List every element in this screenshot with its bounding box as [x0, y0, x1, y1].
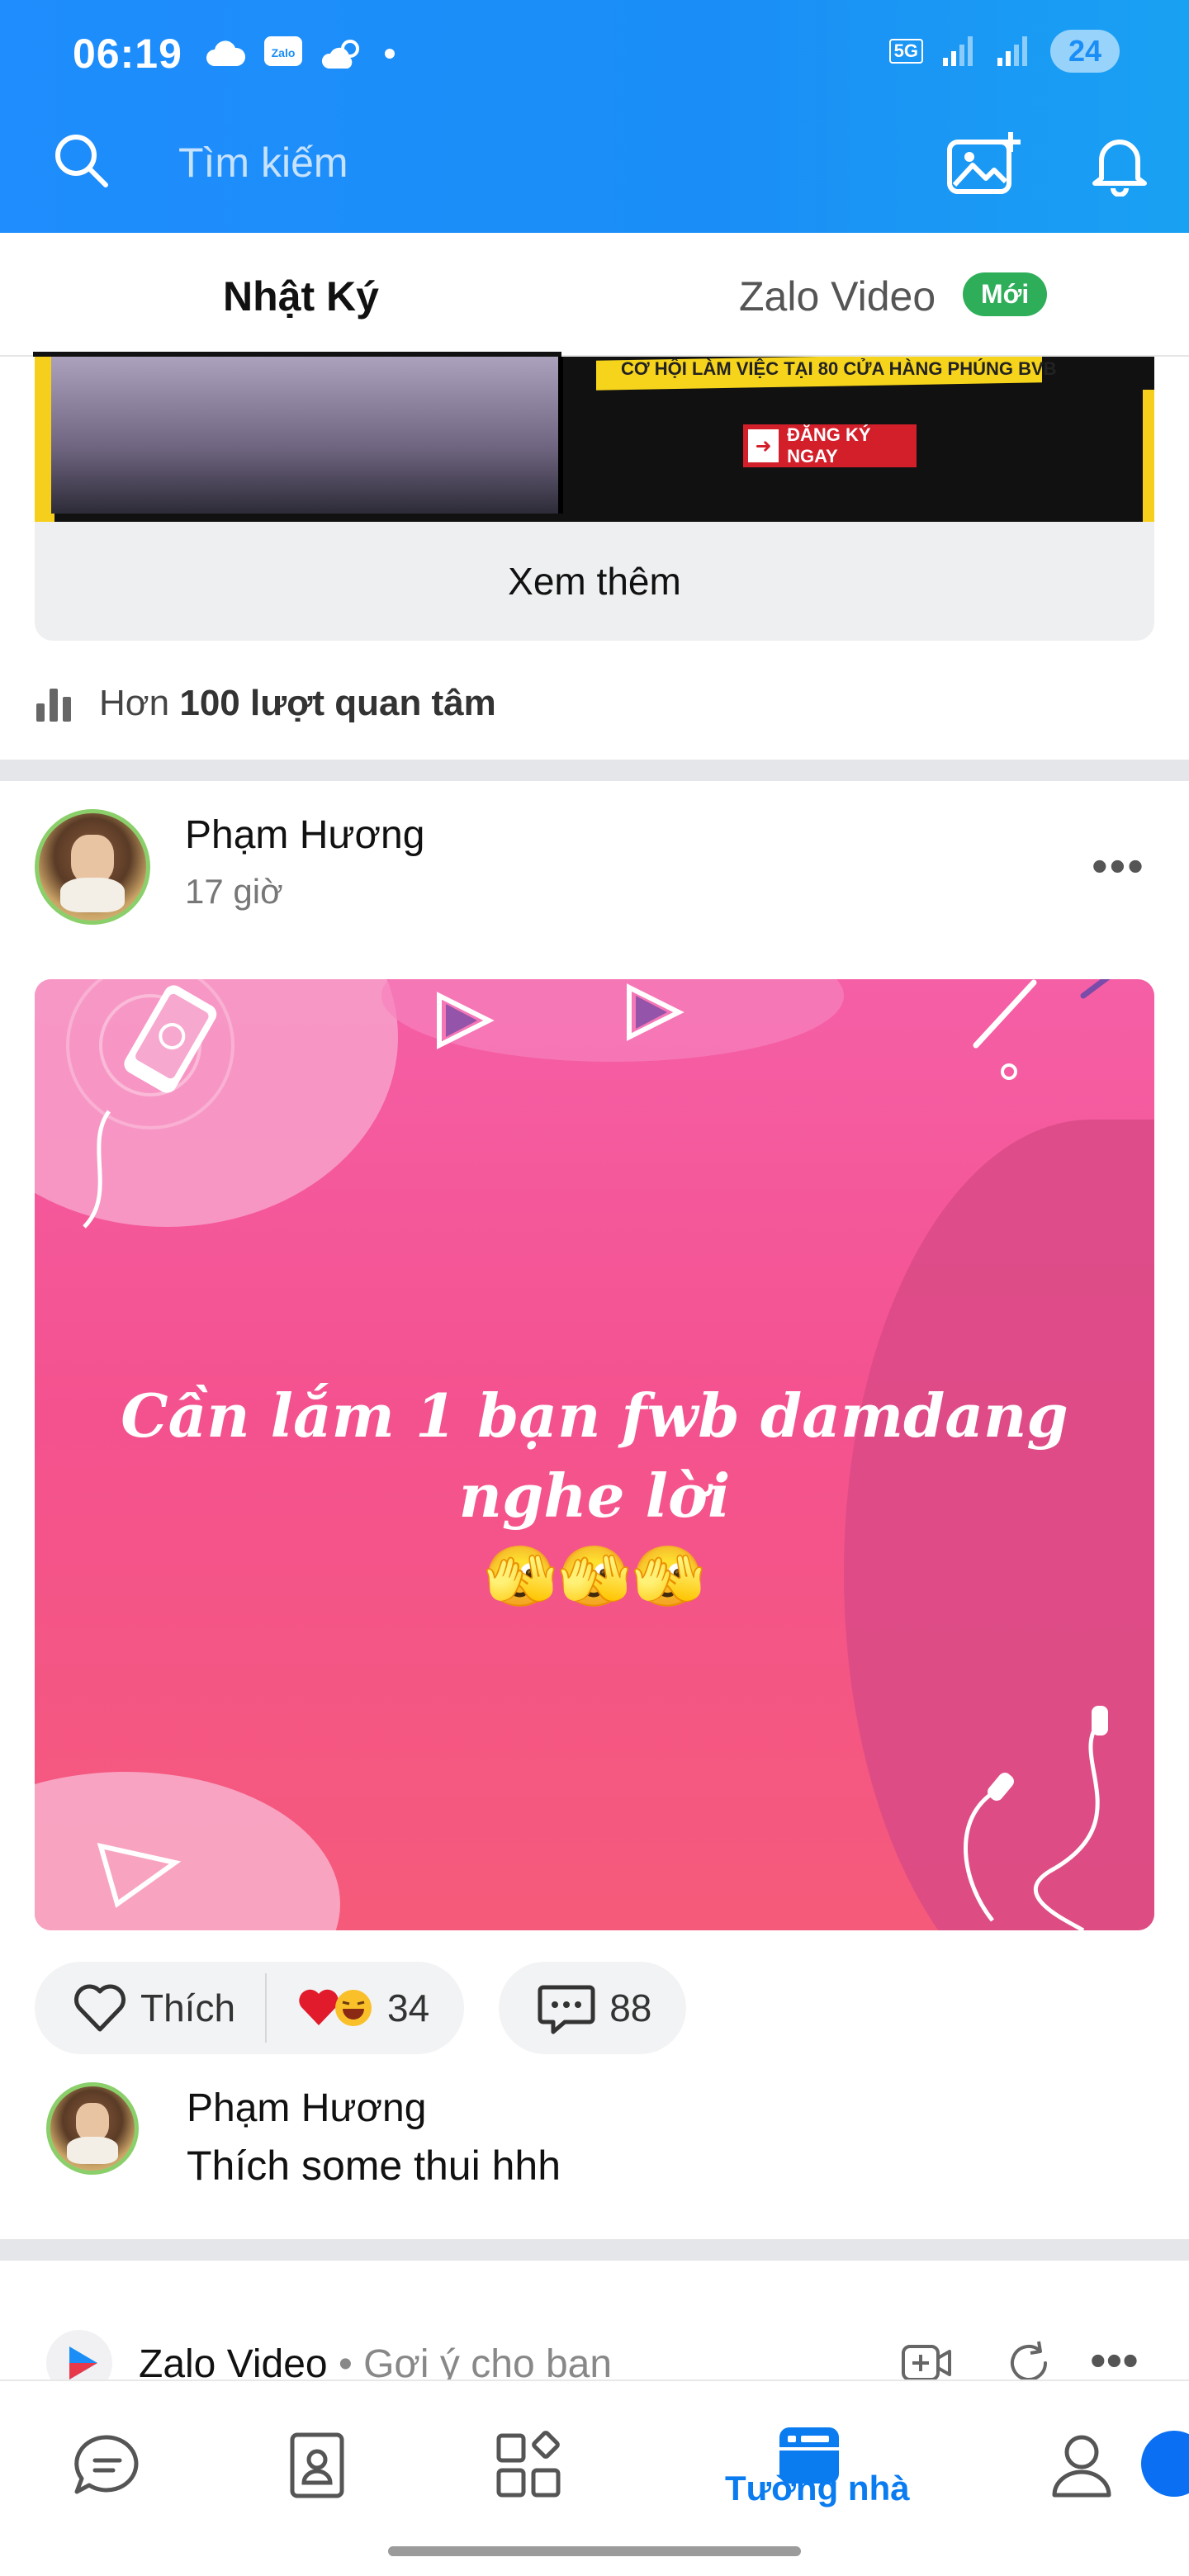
network-type: 5G [888, 39, 923, 64]
play-triangle-decor [437, 992, 495, 1049]
post-image-emojis: 🫣🫣🫣 [483, 1541, 706, 1612]
phone-music-decor [66, 979, 234, 1229]
floating-chat-icon[interactable] [1141, 2431, 1189, 2497]
zalo-video-logo-icon [46, 2330, 112, 2379]
signal-icon [997, 36, 1027, 66]
zalo-video-section-header: Zalo Video • Gợi ý cho bạn ••• [0, 2322, 1189, 2379]
play-triangle-decor [97, 1842, 182, 1908]
interest-stats: Hơn 100 lượt quan tâm [35, 670, 496, 736]
post-image-text: Cần lắm 1 bạn fwb damdang nghe lời 🫣🫣🫣 [35, 1376, 1154, 1617]
nav-discover[interactable] [487, 2424, 570, 2507]
tab-nhat-ky[interactable]: Nhật Ký [223, 272, 379, 320]
interest-text: Hơn 100 lượt quan tâm [99, 683, 496, 724]
post-image-caption: Cần lắm 1 bạn fwb damdang nghe lời [121, 1380, 1068, 1532]
add-video-icon[interactable] [900, 2338, 953, 2379]
reaction-count: 34 [387, 1986, 430, 2029]
home-indicator [388, 2546, 801, 2556]
avatar-face [75, 2103, 110, 2142]
search-icon[interactable] [51, 130, 111, 190]
cloud-icon [206, 40, 246, 66]
dot-icon [385, 49, 395, 59]
battery-level: 24 [1050, 30, 1120, 73]
avatar[interactable] [35, 809, 150, 925]
comment-text: Thích some thui hhh [187, 2143, 561, 2189]
zalo-notification-icon: Zalo [264, 36, 302, 66]
zalo-video-subtitle: • Gợi ý cho bạn [338, 2342, 613, 2379]
contacts-icon [290, 2432, 344, 2498]
comment-count: 88 [609, 1986, 652, 2029]
new-badge: Mới [963, 272, 1048, 316]
post-header: Phạm Hương 17 giờ ••• [35, 809, 1154, 933]
status-time: 06:19 [73, 31, 182, 77]
section-divider [0, 2239, 1189, 2261]
more-options-icon[interactable]: ••• [1090, 2333, 1139, 2379]
ad-card[interactable]: CƠ HỘI LÀM VIỆC TẠI 80 CỬA HÀNG PHÚNG BV… [35, 357, 1154, 641]
nav-profile[interactable] [1040, 2424, 1123, 2507]
heart-outline-icon[interactable] [73, 1983, 127, 2033]
ad-decor [1143, 390, 1154, 522]
zalo-video-name: Zalo Video [139, 2342, 328, 2379]
nav-timeline-label[interactable]: Tường nhà [725, 2469, 910, 2508]
line-decor [973, 979, 1111, 1080]
like-button[interactable]: Thích [140, 1986, 235, 2030]
post-time: 17 giờ [185, 872, 283, 911]
tab-zalo-video[interactable]: Zalo Video [739, 272, 936, 320]
status-left-icons: Zalo [205, 35, 398, 73]
ad-image[interactable]: CƠ HỘI LÀM VIỆC TẠI 80 CỬA HÀNG PHÚNG BV… [35, 357, 1154, 522]
nav-messages[interactable] [66, 2424, 149, 2507]
bar-chart-icon [36, 689, 71, 722]
profile-icon [1052, 2435, 1111, 2498]
play-triangle-decor [627, 983, 685, 1041]
svg-text:Zalo: Zalo [272, 46, 296, 59]
comment-icon [538, 1985, 595, 2034]
bell-icon[interactable] [1090, 130, 1149, 197]
bottom-navigation: Tường nhà [0, 2379, 1189, 2576]
divider [265, 1973, 268, 2043]
ad-photo [51, 357, 563, 514]
messages-icon [74, 2435, 139, 2494]
post-actions: Thích 34 88 [35, 1962, 687, 2054]
interest-prefix: Hơn [99, 683, 170, 723]
search-input[interactable]: Tìm kiếm [178, 139, 348, 187]
signal-icon [943, 36, 973, 66]
section-divider [0, 760, 1189, 781]
see-more-button[interactable]: Xem thêm [35, 522, 1154, 641]
comment-bar[interactable]: 88 [499, 1962, 687, 2054]
like-bar: Thích 34 [35, 1962, 465, 2054]
app-header: 06:19 Zalo 5G 24 Tìm kiếm [0, 0, 1189, 233]
avatar-cat [67, 2137, 118, 2164]
comment-author[interactable]: Phạm Hương [187, 2086, 426, 2131]
avatar-cat [60, 878, 125, 912]
status-right-icons: 5G 24 [888, 30, 1120, 73]
zalo-video-title: Zalo Video • Gợi ý cho bạn [139, 2342, 612, 2379]
weather-icon [321, 40, 359, 69]
more-options-icon[interactable]: ••• [1092, 839, 1145, 893]
interest-count: 100 lượt quan tâm [179, 683, 496, 723]
reactions[interactable] [296, 1987, 374, 2029]
laugh-reaction-icon [335, 1990, 372, 2026]
ad-banner-text: CƠ HỘI LÀM VIỆC TẠI 80 CỬA HÀNG PHÚNG BV… [621, 358, 1057, 379]
post-image[interactable]: Cần lắm 1 bạn fwb damdang nghe lời 🫣🫣🫣 [35, 979, 1154, 1930]
add-photo-icon[interactable] [946, 130, 1022, 197]
comment-preview[interactable]: Phạm Hương Thích some thui hhh [35, 2074, 1154, 2198]
nav-contacts[interactable] [276, 2424, 358, 2507]
post-author[interactable]: Phạm Hương [185, 812, 424, 858]
ad-register-button[interactable]: ➜ ĐĂNG KÝ NGAY [743, 424, 917, 467]
ad-register-label: ĐĂNG KÝ NGAY [787, 424, 871, 466]
refresh-icon[interactable] [1004, 2338, 1054, 2379]
avatar-face [71, 835, 114, 883]
arrow-right-icon: ➜ [748, 429, 779, 462]
feed-tabs: Nhật Ký Zalo Video Mới [0, 233, 1189, 357]
avatar[interactable] [46, 2082, 139, 2175]
status-bar: 06:19 Zalo 5G 24 [0, 25, 1189, 83]
earphones-decor [964, 1706, 1108, 1930]
search-row: Tìm kiếm [0, 124, 1189, 206]
feed-content[interactable]: CƠ HỘI LÀM VIỆC TẠI 80 CỬA HÀNG PHÚNG BV… [0, 357, 1189, 2379]
discover-icon [496, 2431, 561, 2498]
